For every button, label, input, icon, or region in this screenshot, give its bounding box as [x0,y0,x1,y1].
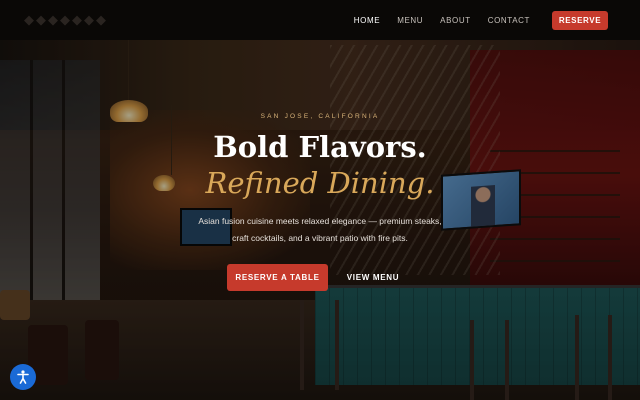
reserve-table-button[interactable]: RESERVE A TABLE [227,264,328,291]
hero-section: SAN JOSE, CALIFORNIA Bold Flavors. Refin… [0,0,640,400]
nav-contact-link[interactable]: CONTACT [488,16,530,25]
nav-about-link[interactable]: ABOUT [440,16,471,25]
nav-menu-link[interactable]: MENU [397,16,423,25]
hero-headline-accent: Refined Dining. [205,166,435,200]
accessibility-icon [17,370,29,384]
nav-home-link[interactable]: HOME [354,16,380,25]
site-logo[interactable]: ◆◆◆◆◆◆◆ [24,12,108,28]
hero-headline: Bold Flavors. [213,130,427,164]
hero-location-eyebrow: SAN JOSE, CALIFORNIA [260,113,380,120]
accessibility-button[interactable] [10,364,36,390]
nav-reserve-button[interactable]: RESERVE [552,10,608,30]
view-menu-button[interactable]: VIEW MENU [340,264,406,291]
top-navbar: ◆◆◆◆◆◆◆ HOME MENU ABOUT CONTACT RESERVE [0,0,640,40]
hero-subtext: Asian fusion cuisine meets relaxed elega… [198,216,442,243]
